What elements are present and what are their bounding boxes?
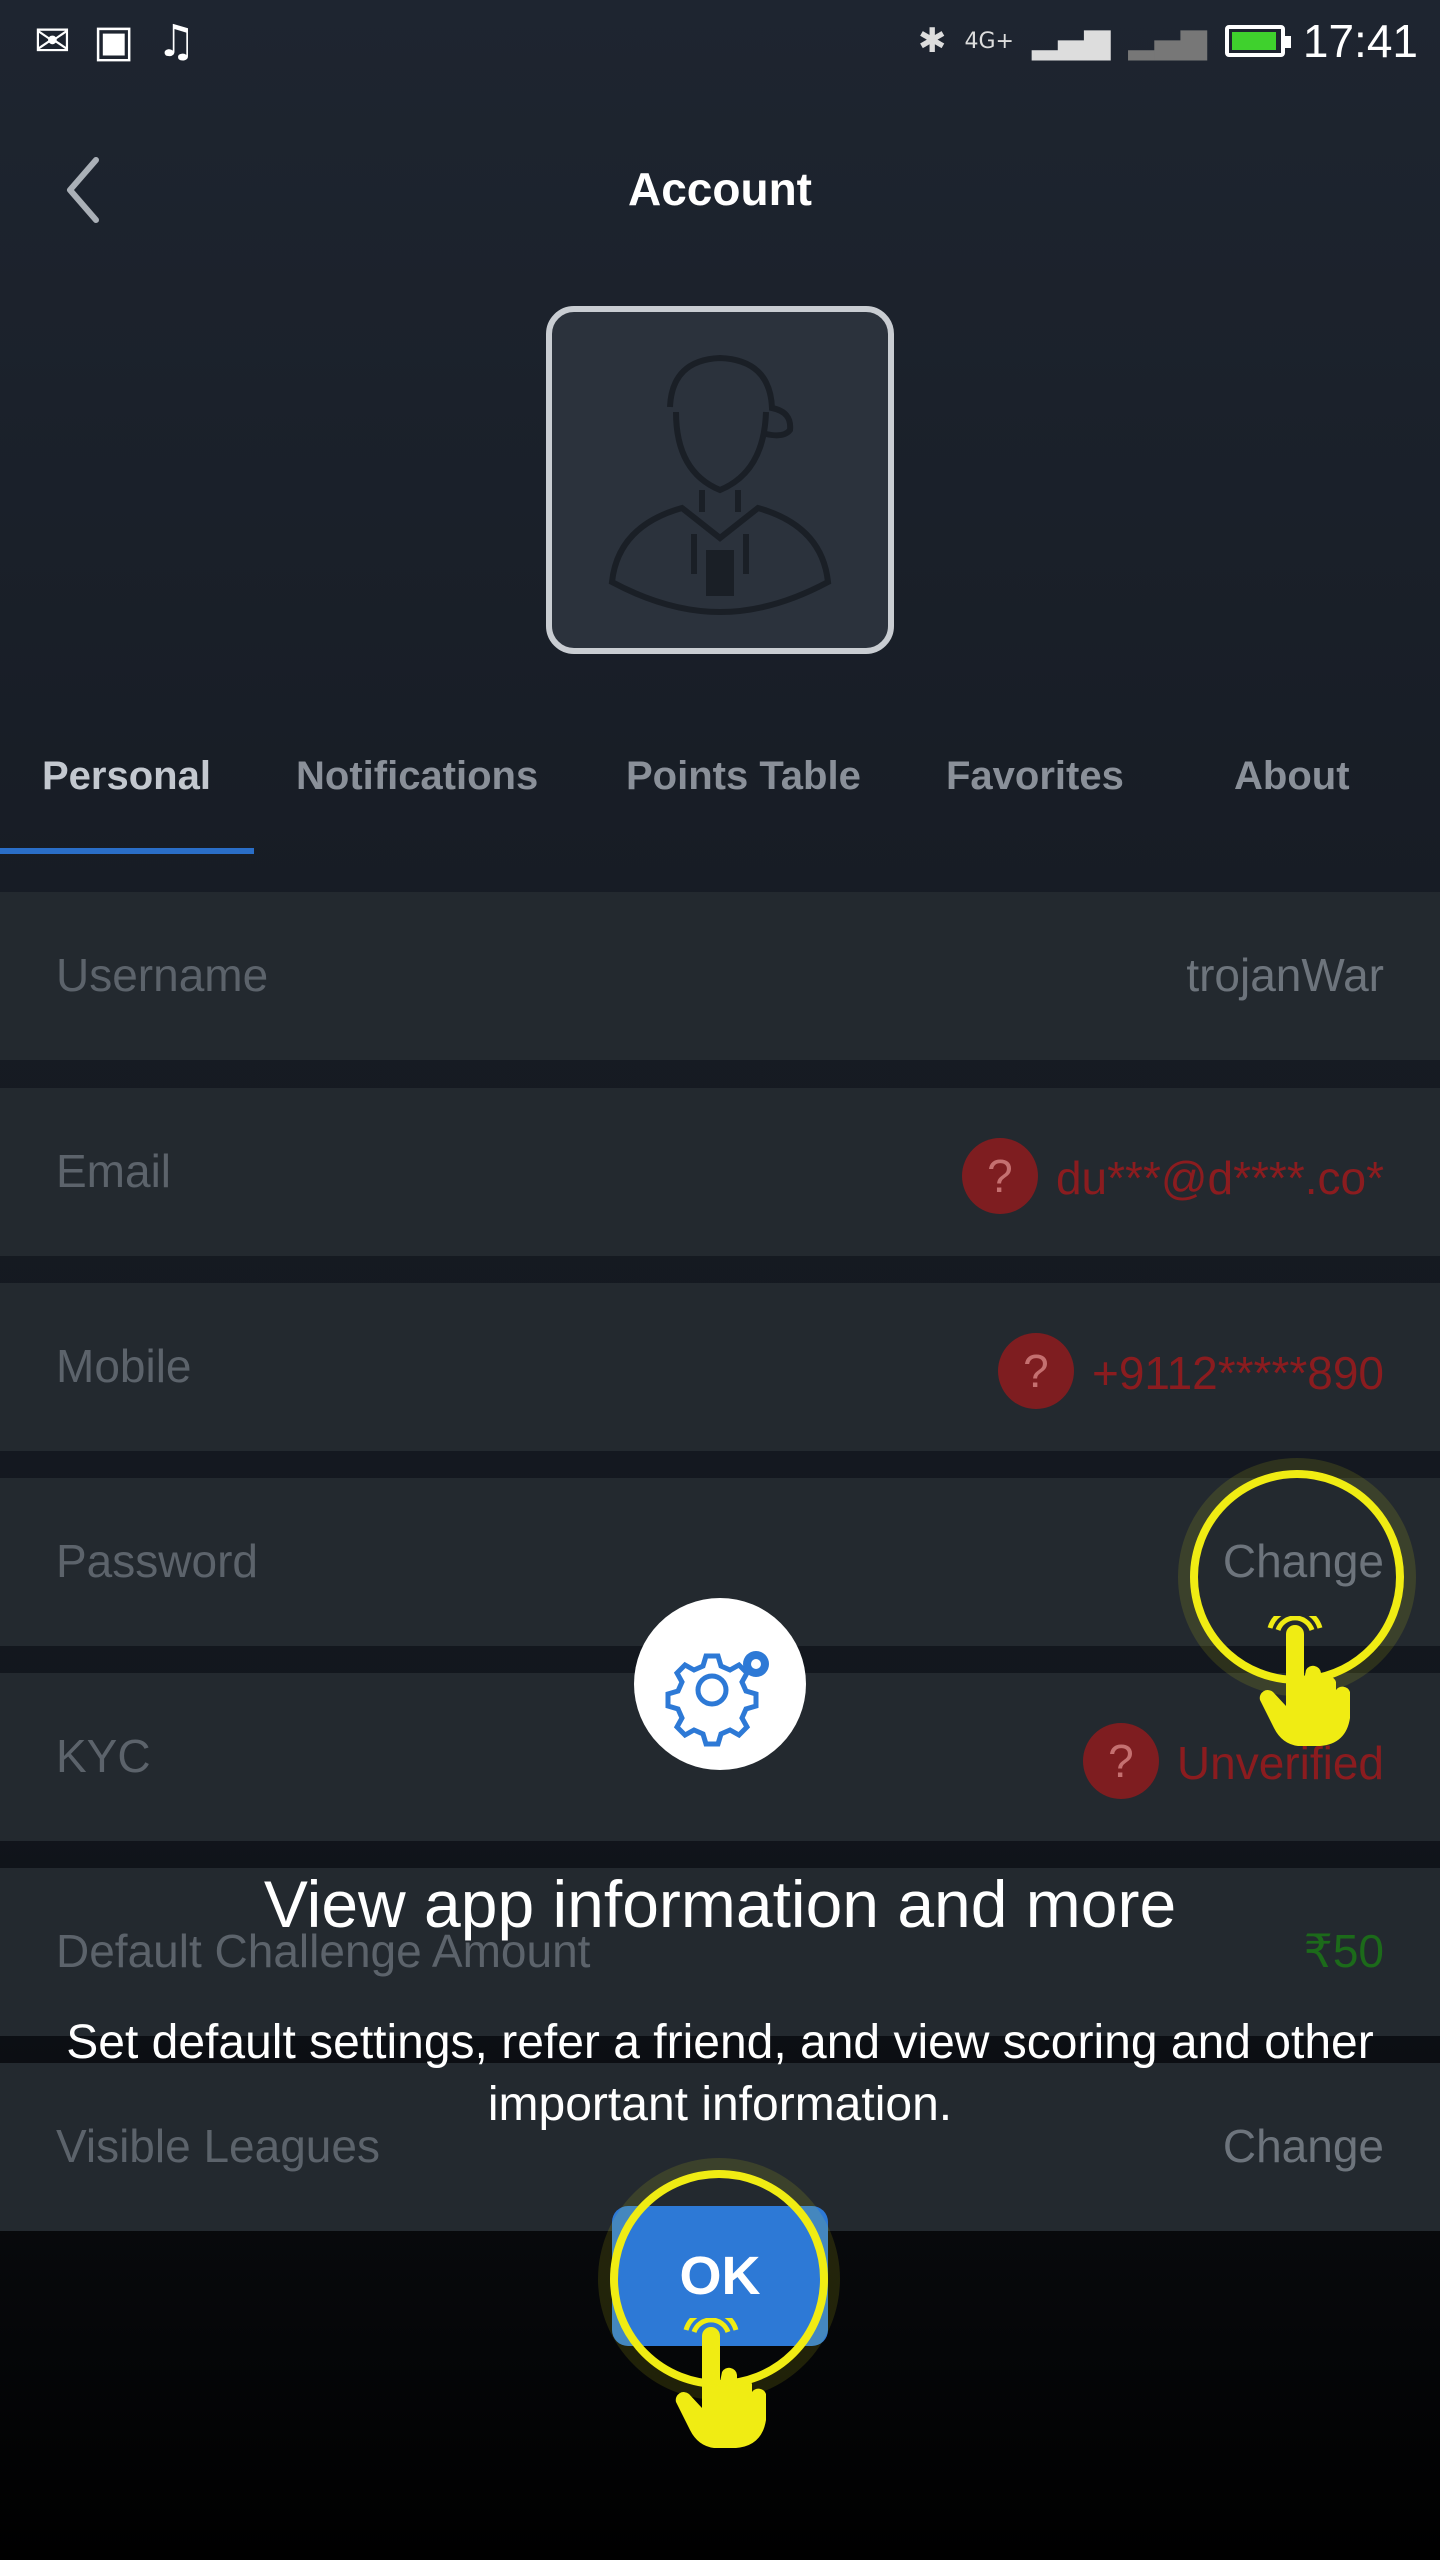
question-badge-icon[interactable]: ? xyxy=(961,1138,1038,1214)
music-icon: ♫ xyxy=(156,16,196,67)
username-value: trojanWar xyxy=(1186,949,1384,1001)
bluetooth-icon: ✱ xyxy=(917,21,947,61)
user-avatar-icon xyxy=(608,354,832,616)
tab-notifications[interactable]: Notifications xyxy=(296,754,538,799)
row-email[interactable]: Email ? du***@d****.co* xyxy=(0,1088,1440,1256)
tap-hand-icon xyxy=(675,2318,766,2448)
mobile-label: Mobile xyxy=(56,1340,192,1392)
tab-points-table[interactable]: Points Table xyxy=(626,754,861,799)
tap-hand-icon xyxy=(1259,1616,1350,1746)
image-icon: ▣ xyxy=(92,16,135,67)
clock: 17:41 xyxy=(1302,15,1418,67)
password-label: Password xyxy=(56,1535,258,1587)
row-mobile[interactable]: Mobile ? +9112*****890 xyxy=(0,1283,1440,1451)
tab-about[interactable]: About xyxy=(1234,754,1350,799)
status-bar: ✉ ▣ ♫ ✱ 4G+ ▂▄▆ ▂▄▆ 17:41 xyxy=(0,0,1440,84)
notification-icons: ✉ ▣ ♫ xyxy=(34,18,196,66)
signal-icon: ▂▄▆ xyxy=(1031,21,1111,61)
row-username: Username trojanWar xyxy=(0,892,1440,1060)
question-badge-icon[interactable]: ? xyxy=(997,1333,1074,1409)
tutorial-icon-circle xyxy=(634,1598,806,1770)
email-value: du***@d****.co* xyxy=(1055,1152,1384,1205)
tutorial-body: Set default settings, refer a friend, an… xyxy=(66,2016,1374,2131)
active-tab-indicator xyxy=(0,848,254,854)
tab-bar: Personal Notifications Points Table Favo… xyxy=(0,720,1440,860)
username-label: Username xyxy=(56,949,269,1001)
page-title: Account xyxy=(628,163,812,215)
signal-icon-2: ▂▄▆ xyxy=(1128,21,1207,61)
tab-personal[interactable]: Personal xyxy=(42,754,211,799)
kyc-label: KYC xyxy=(56,1730,151,1782)
question-badge-icon[interactable]: ? xyxy=(1082,1723,1159,1799)
mobile-value-wrap: ? +9112*****890 xyxy=(997,1333,1384,1415)
tab-favorites[interactable]: Favorites xyxy=(946,754,1124,799)
avatar[interactable] xyxy=(546,306,894,654)
app-header: Account xyxy=(0,140,1440,240)
network-type: 4G+ xyxy=(964,28,1014,54)
gmail-icon: ✉ xyxy=(34,16,71,67)
battery-icon xyxy=(1224,25,1291,57)
tutorial-title: View app information and more xyxy=(263,1867,1177,1941)
email-label: Email xyxy=(56,1145,172,1197)
gear-icon xyxy=(665,1651,769,1747)
email-value-wrap: ? du***@d****.co* xyxy=(961,1138,1384,1220)
mobile-value: +9112*****890 xyxy=(1091,1347,1384,1400)
system-icons: ✱ 4G+ ▂▄▆ ▂▄▆ 17:41 xyxy=(918,14,1418,68)
